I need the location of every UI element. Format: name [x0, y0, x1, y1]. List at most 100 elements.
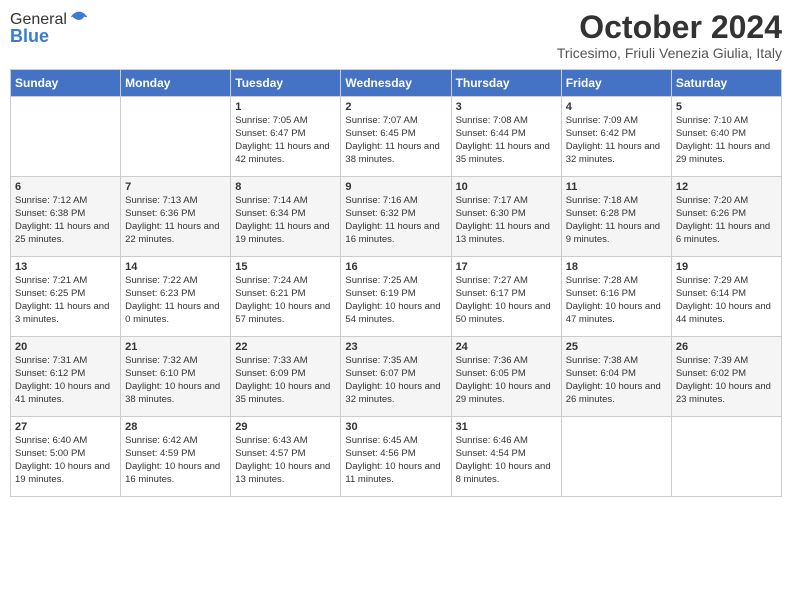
day-cell: 15 Sunrise: 7:24 AM Sunset: 6:21 PM Dayli…: [231, 257, 341, 337]
logo-bird-icon: [69, 10, 89, 30]
day-cell: 26 Sunrise: 7:39 AM Sunset: 6:02 PM Dayli…: [671, 337, 781, 417]
day-cell: 3 Sunrise: 7:08 AM Sunset: 6:44 PM Daylig…: [451, 97, 561, 177]
day-info: Sunrise: 7:35 AM Sunset: 6:07 PM Dayligh…: [345, 355, 446, 406]
day-number: 11: [566, 181, 667, 193]
day-number: 24: [456, 341, 557, 353]
week-row-1: 1Sunrise: 7:05 AM Sunset: 6:47 PM Daylig…: [11, 97, 782, 177]
day-cell: 20Sunrise: 7:31 AM Sunset: 6:12 PM Dayli…: [11, 337, 121, 417]
day-info: Sunrise: 6:46 AM Sunset: 4:54 PM Dayligh…: [456, 435, 557, 486]
day-info: Sunrise: 7:38 AM Sunset: 6:04 PM Dayligh…: [566, 355, 667, 406]
day-info: Sunrise: 7:27 AM Sunset: 6:17 PM Dayligh…: [456, 275, 557, 326]
day-number: 23: [345, 341, 446, 353]
day-cell: [121, 97, 231, 177]
day-info: Sunrise: 7:29 AM Sunset: 6:14 PM Dayligh…: [676, 275, 777, 326]
week-row-3: 13 Sunrise: 7:21 AM Sunset: 6:25 PM Dayli…: [11, 257, 782, 337]
day-cell: 7Sunrise: 7:13 AM Sunset: 6:36 PM Daylig…: [121, 177, 231, 257]
day-number: 15: [235, 261, 336, 273]
day-info: Sunrise: 7:07 AM Sunset: 6:45 PM Dayligh…: [345, 115, 446, 166]
day-cell: 1Sunrise: 7:05 AM Sunset: 6:47 PM Daylig…: [231, 97, 341, 177]
day-number: 4: [566, 101, 667, 113]
day-cell: 18Sunrise: 7:28 AM Sunset: 6:16 PM Dayli…: [561, 257, 671, 337]
day-number: 25: [566, 341, 667, 353]
day-info: Sunrise: 7:33 AM Sunset: 6:09 PM Dayligh…: [235, 355, 336, 406]
day-number: 5: [676, 101, 777, 113]
day-number: 26: [676, 341, 777, 353]
day-number: 22: [235, 341, 336, 353]
day-number: 17: [456, 261, 557, 273]
day-cell: [11, 97, 121, 177]
day-info: Sunrise: 7:08 AM Sunset: 6:44 PM Dayligh…: [456, 115, 557, 166]
day-header-monday: Monday: [121, 70, 231, 97]
day-number: 31: [456, 421, 557, 433]
day-header-saturday: Saturday: [671, 70, 781, 97]
day-number: 14: [125, 261, 226, 273]
day-info: Sunrise: 7:17 AM Sunset: 6:30 PM Dayligh…: [456, 195, 557, 246]
month-title: October 2024: [557, 10, 782, 45]
day-info: Sunrise: 7:13 AM Sunset: 6:36 PM Dayligh…: [125, 195, 226, 246]
day-number: 9: [345, 181, 446, 193]
day-cell: [671, 417, 781, 497]
day-info: Sunrise: 7:24 AM Sunset: 6:21 PM Dayligh…: [235, 275, 336, 326]
day-info: Sunrise: 7:32 AM Sunset: 6:10 PM Dayligh…: [125, 355, 226, 406]
calendar-body: 1Sunrise: 7:05 AM Sunset: 6:47 PM Daylig…: [11, 97, 782, 497]
day-cell: 29Sunrise: 6:43 AM Sunset: 4:57 PM Dayli…: [231, 417, 341, 497]
calendar-table: SundayMondayTuesdayWednesdayThursdayFrid…: [10, 69, 782, 497]
day-number: 19: [676, 261, 777, 273]
day-header-sunday: Sunday: [11, 70, 121, 97]
location-title: Tricesimo, Friuli Venezia Giulia, Italy: [557, 45, 782, 61]
day-info: Sunrise: 6:42 AM Sunset: 4:59 PM Dayligh…: [125, 435, 226, 486]
day-cell: 27Sunrise: 6:40 AM Sunset: 5:00 PM Dayli…: [11, 417, 121, 497]
day-number: 16: [345, 261, 446, 273]
day-cell: 11 Sunrise: 7:18 AM Sunset: 6:28 PM Dayli…: [561, 177, 671, 257]
page-header: General Blue October 2024 Tricesimo, Fri…: [10, 10, 782, 61]
title-block: October 2024 Tricesimo, Friuli Venezia G…: [557, 10, 782, 61]
day-info: Sunrise: 7:31 AM Sunset: 6:12 PM Dayligh…: [15, 355, 116, 406]
day-info: Sunrise: 7:12 AM Sunset: 6:38 PM Dayligh…: [15, 195, 116, 246]
day-info: Sunrise: 7:39 AM Sunset: 6:02 PM Dayligh…: [676, 355, 777, 406]
day-cell: 5 Sunrise: 7:10 AM Sunset: 6:40 PM Daylig…: [671, 97, 781, 177]
day-number: 30: [345, 421, 446, 433]
day-cell: 28Sunrise: 6:42 AM Sunset: 4:59 PM Dayli…: [121, 417, 231, 497]
day-cell: 8 Sunrise: 7:14 AM Sunset: 6:34 PM Daylig…: [231, 177, 341, 257]
day-number: 6: [15, 181, 116, 193]
day-number: 8: [235, 181, 336, 193]
day-cell: 6 Sunrise: 7:12 AM Sunset: 6:38 PM Daylig…: [11, 177, 121, 257]
day-cell: 22 Sunrise: 7:33 AM Sunset: 6:09 PM Dayli…: [231, 337, 341, 417]
day-cell: 25 Sunrise: 7:38 AM Sunset: 6:04 PM Dayli…: [561, 337, 671, 417]
day-cell: 2Sunrise: 7:07 AM Sunset: 6:45 PM Daylig…: [341, 97, 451, 177]
day-info: Sunrise: 7:10 AM Sunset: 6:40 PM Dayligh…: [676, 115, 777, 166]
day-cell: 23 Sunrise: 7:35 AM Sunset: 6:07 PM Dayli…: [341, 337, 451, 417]
day-info: Sunrise: 7:21 AM Sunset: 6:25 PM Dayligh…: [15, 275, 116, 326]
day-cell: [561, 417, 671, 497]
week-row-4: 20Sunrise: 7:31 AM Sunset: 6:12 PM Dayli…: [11, 337, 782, 417]
day-cell: 30 Sunrise: 6:45 AM Sunset: 4:56 PM Dayli…: [341, 417, 451, 497]
day-info: Sunrise: 7:05 AM Sunset: 6:47 PM Dayligh…: [235, 115, 336, 166]
day-info: Sunrise: 7:14 AM Sunset: 6:34 PM Dayligh…: [235, 195, 336, 246]
day-info: Sunrise: 7:36 AM Sunset: 6:05 PM Dayligh…: [456, 355, 557, 406]
day-cell: 21 Sunrise: 7:32 AM Sunset: 6:10 PM Dayli…: [121, 337, 231, 417]
day-number: 13: [15, 261, 116, 273]
calendar-header: SundayMondayTuesdayWednesdayThursdayFrid…: [11, 70, 782, 97]
day-cell: 24 Sunrise: 7:36 AM Sunset: 6:05 PM Dayli…: [451, 337, 561, 417]
day-cell: 31 Sunrise: 6:46 AM Sunset: 4:54 PM Dayli…: [451, 417, 561, 497]
day-number: 21: [125, 341, 226, 353]
day-info: Sunrise: 7:09 AM Sunset: 6:42 PM Dayligh…: [566, 115, 667, 166]
day-cell: 9 Sunrise: 7:16 AM Sunset: 6:32 PM Daylig…: [341, 177, 451, 257]
day-info: Sunrise: 7:25 AM Sunset: 6:19 PM Dayligh…: [345, 275, 446, 326]
day-info: Sunrise: 7:28 AM Sunset: 6:16 PM Dayligh…: [566, 275, 667, 326]
day-header-tuesday: Tuesday: [231, 70, 341, 97]
day-cell: 19 Sunrise: 7:29 AM Sunset: 6:14 PM Dayli…: [671, 257, 781, 337]
day-number: 3: [456, 101, 557, 113]
day-info: Sunrise: 7:16 AM Sunset: 6:32 PM Dayligh…: [345, 195, 446, 246]
day-info: Sunrise: 6:40 AM Sunset: 5:00 PM Dayligh…: [15, 435, 116, 486]
week-row-2: 6 Sunrise: 7:12 AM Sunset: 6:38 PM Daylig…: [11, 177, 782, 257]
day-cell: 10Sunrise: 7:17 AM Sunset: 6:30 PM Dayli…: [451, 177, 561, 257]
day-number: 12: [676, 181, 777, 193]
logo: General Blue: [10, 10, 89, 47]
day-info: Sunrise: 7:18 AM Sunset: 6:28 PM Dayligh…: [566, 195, 667, 246]
day-info: Sunrise: 6:45 AM Sunset: 4:56 PM Dayligh…: [345, 435, 446, 486]
day-info: Sunrise: 6:43 AM Sunset: 4:57 PM Dayligh…: [235, 435, 336, 486]
header-row: SundayMondayTuesdayWednesdayThursdayFrid…: [11, 70, 782, 97]
day-cell: 13 Sunrise: 7:21 AM Sunset: 6:25 PM Dayli…: [11, 257, 121, 337]
day-cell: 4 Sunrise: 7:09 AM Sunset: 6:42 PM Daylig…: [561, 97, 671, 177]
